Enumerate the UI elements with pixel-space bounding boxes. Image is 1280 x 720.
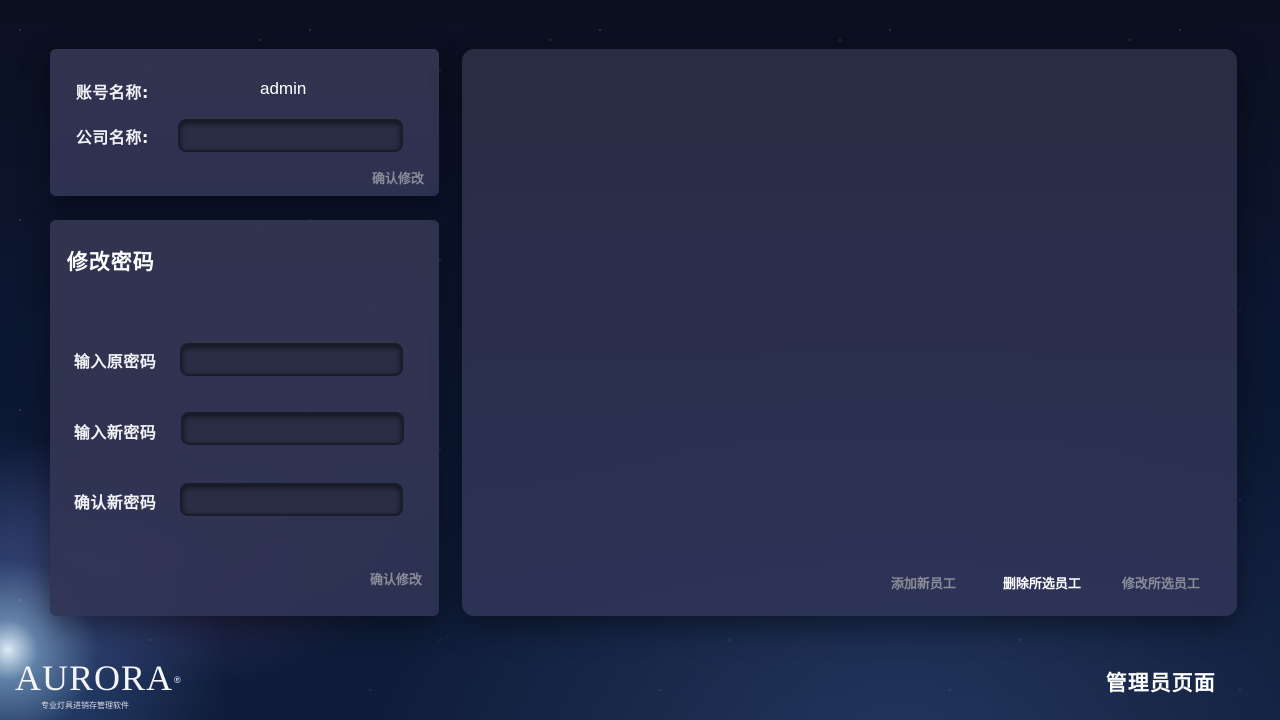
registered-mark: ® bbox=[174, 675, 182, 685]
company-name-label: 公司名称: bbox=[76, 128, 149, 147]
account-name-label: 账号名称: bbox=[76, 83, 149, 102]
add-staff-button[interactable]: 添加新员工 bbox=[891, 573, 956, 592]
delete-selected-staff-button[interactable]: 删除所选员工 bbox=[1003, 573, 1081, 592]
old-password-input[interactable] bbox=[180, 343, 403, 376]
confirm-password-button[interactable]: 确认修改 bbox=[370, 569, 422, 588]
new-password-input[interactable] bbox=[181, 412, 404, 445]
account-info-panel: 账号名称: admin 公司名称: 确认修改 bbox=[50, 49, 439, 196]
logo-wordmark: AURORA® bbox=[15, 660, 182, 696]
confirm-new-password-input[interactable] bbox=[180, 483, 403, 516]
logo-tagline: 专业灯具进销存管理软件 bbox=[41, 701, 129, 710]
account-name-value: admin bbox=[260, 79, 307, 98]
confirm-company-button[interactable]: 确认修改 bbox=[372, 168, 424, 187]
aurora-logo: AURORA® 专业灯具进销存管理软件 bbox=[15, 660, 182, 711]
page-title: 管理员页面 bbox=[1106, 671, 1216, 695]
new-password-label: 输入新密码 bbox=[74, 423, 157, 442]
logo-text: AURORA bbox=[15, 658, 174, 698]
change-password-panel: 修改密码 输入原密码 输入新密码 确认新密码 确认修改 bbox=[50, 220, 439, 616]
confirm-new-password-label: 确认新密码 bbox=[74, 493, 157, 512]
staff-list-panel: 添加新员工 删除所选员工 修改所选员工 bbox=[462, 49, 1237, 616]
change-password-title: 修改密码 bbox=[67, 250, 155, 274]
company-name-input[interactable] bbox=[178, 119, 403, 152]
old-password-label: 输入原密码 bbox=[74, 352, 157, 371]
edit-selected-staff-button[interactable]: 修改所选员工 bbox=[1122, 573, 1200, 592]
